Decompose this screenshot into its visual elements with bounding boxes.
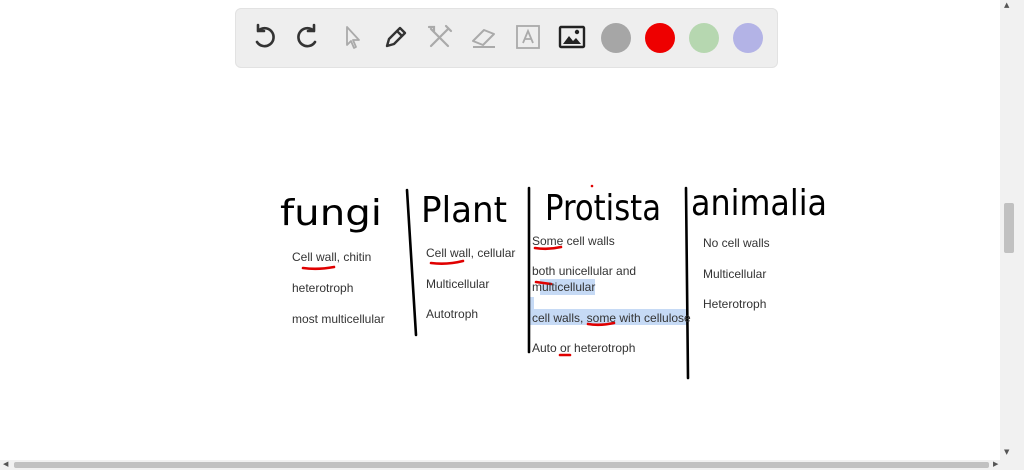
red-underline: [429, 259, 465, 265]
column-divider: [405, 188, 418, 337]
vertical-scrollbar[interactable]: ▲ ▼: [1000, 0, 1024, 460]
heading-protista: Protista: [545, 188, 661, 229]
heading-animalia: animalia: [691, 183, 827, 224]
protista-trait: cell walls, some with cellulose: [532, 311, 691, 325]
protista-trait: both unicellular and: [532, 264, 637, 278]
horizontal-scrollbar[interactable]: ◀ ▶: [0, 460, 1024, 470]
animalia-trait: Heterotroph: [703, 297, 767, 311]
protista-trait: multicellular: [532, 280, 596, 294]
red-underline: [301, 265, 336, 271]
animalia-trait: No cell walls: [703, 236, 770, 250]
scroll-up-arrow-icon[interactable]: ▲: [1004, 2, 1009, 9]
scroll-left-arrow-icon[interactable]: ◀: [3, 461, 8, 468]
heading-plant: Plant: [421, 190, 507, 231]
plant-trait: Cell wall, cellular: [426, 246, 516, 260]
fungi-trait: most multicellular: [292, 312, 385, 326]
handwriting-layer: fungi Plant Protista animalia: [280, 183, 827, 380]
heading-fungi: fungi: [280, 193, 382, 234]
scroll-right-arrow-icon[interactable]: ▶: [993, 461, 998, 468]
plant-trait: Multicellular: [426, 277, 490, 291]
red-dot: [590, 184, 594, 188]
whiteboard-canvas[interactable]: fungi Plant Protista animalia Cell wall,…: [0, 0, 1000, 460]
column-divider: [684, 186, 690, 380]
animalia-trait: Multicellular: [703, 267, 767, 281]
protista-trait: Auto or heterotroph: [532, 341, 636, 355]
vertical-scroll-thumb[interactable]: [1004, 203, 1014, 253]
horizontal-scroll-thumb[interactable]: [14, 462, 989, 468]
protista-trait: Some cell walls: [532, 234, 615, 248]
fungi-trait: Cell wall, chitin: [292, 250, 372, 264]
fungi-trait: heterotroph: [292, 281, 354, 295]
scroll-down-arrow-icon[interactable]: ▼: [1004, 449, 1009, 456]
plant-trait: Autotroph: [426, 307, 479, 321]
